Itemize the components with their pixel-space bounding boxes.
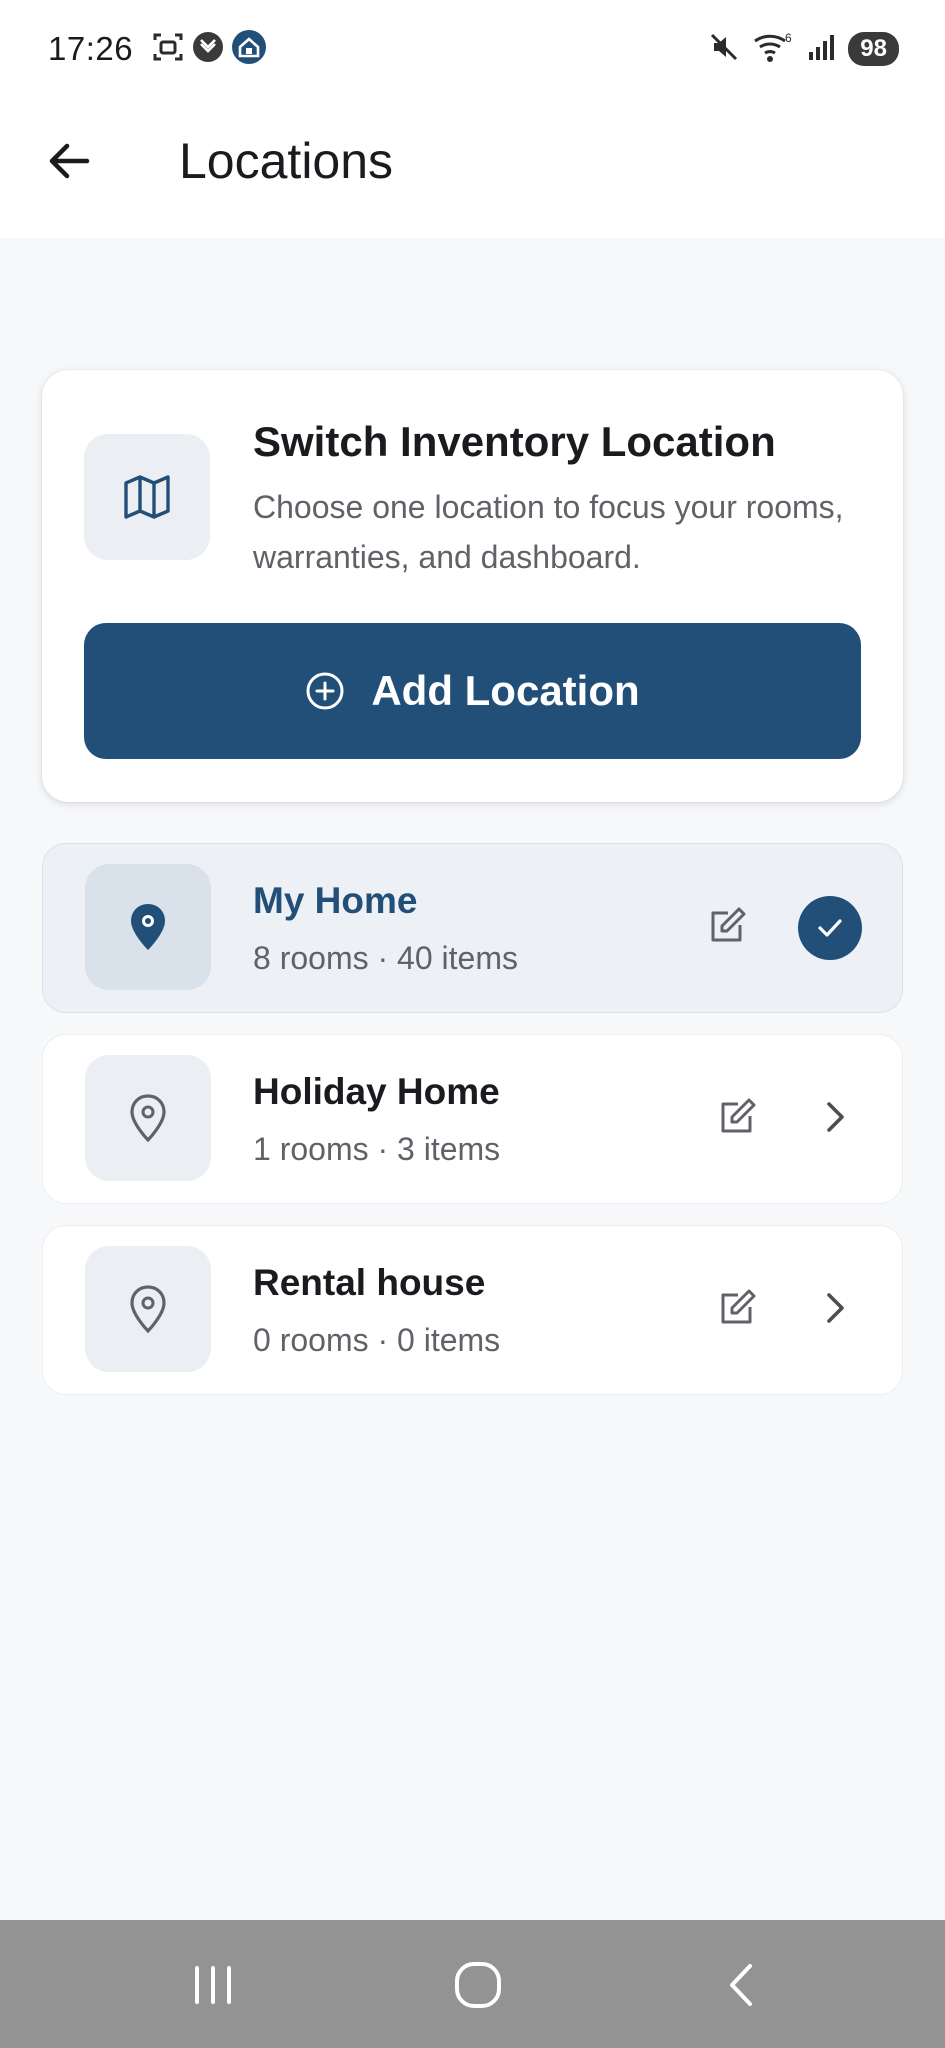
open-location-button[interactable] — [805, 1278, 865, 1338]
location-tile — [85, 1055, 211, 1181]
chevron-right-icon — [827, 1102, 844, 1132]
location-pin-icon — [130, 1094, 166, 1143]
switch-description: Choose one location to focus your rooms,… — [253, 489, 844, 575]
location-tile — [85, 864, 211, 990]
mute-icon — [708, 31, 740, 68]
map-icon — [124, 475, 170, 519]
status-icons-left — [151, 29, 267, 70]
back-icon — [730, 1964, 752, 2006]
home-button[interactable] — [443, 1950, 513, 2020]
location-name: Rental house — [253, 1262, 486, 1303]
plus-circle-icon — [306, 672, 344, 710]
location-pin-icon — [130, 1285, 166, 1334]
signal-icon — [806, 32, 836, 67]
status-right: 6 98 — [708, 30, 899, 69]
home-app-icon — [231, 29, 267, 70]
shield-check-icon — [191, 30, 225, 69]
edit-icon — [721, 1098, 756, 1133]
open-location-button[interactable] — [805, 1087, 865, 1147]
page-title: Locations — [179, 133, 394, 189]
location-tile — [85, 1246, 211, 1372]
switch-location-card: Switch Inventory Location Choose one loc… — [42, 370, 903, 802]
home-icon — [455, 1962, 501, 2008]
edit-location-button[interactable] — [707, 1278, 767, 1338]
system-nav-bar — [0, 1920, 945, 2048]
location-meta: 1 rooms · 3 items — [253, 1131, 501, 1167]
chevron-right-icon — [827, 1293, 844, 1323]
screenshot-icon — [151, 30, 185, 69]
location-card-holiday-home[interactable]: Holiday Home 1 rooms · 3 items — [42, 1034, 903, 1204]
back-button[interactable] — [36, 128, 102, 194]
location-meta: 8 rooms · 40 items — [253, 940, 518, 976]
wifi-icon: 6 — [752, 30, 794, 69]
location-card-my-home[interactable]: My Home 8 rooms · 40 items — [42, 843, 903, 1013]
location-name: My Home — [253, 880, 418, 921]
add-location-label: Add Location — [371, 667, 640, 714]
system-back-button[interactable] — [708, 1950, 778, 2020]
location-name: Holiday Home — [253, 1071, 500, 1112]
edit-location-button[interactable] — [707, 1087, 767, 1147]
recent-apps-button[interactable] — [178, 1950, 248, 2020]
status-time: 17:26 — [48, 30, 134, 67]
switch-title: Switch Inventory Location — [253, 418, 776, 465]
location-card-rental-house[interactable]: Rental house 0 rooms · 0 items — [42, 1225, 903, 1395]
check-icon — [818, 919, 842, 937]
edit-location-button[interactable] — [697, 896, 757, 956]
arrow-left-icon — [49, 143, 90, 179]
status-left: 17:26 — [48, 29, 267, 70]
selected-check-badge — [798, 896, 862, 960]
battery-indicator: 98 — [848, 32, 899, 66]
location-meta: 0 rooms · 0 items — [253, 1322, 501, 1358]
app-bar: Locations — [0, 98, 945, 238]
location-pin-icon — [131, 904, 165, 950]
edit-icon — [721, 1289, 756, 1324]
recent-apps-icon — [195, 1966, 231, 2004]
svg-text:6: 6 — [785, 31, 792, 45]
status-bar: 17:26 6 98 — [0, 0, 945, 98]
edit-icon — [711, 907, 746, 942]
add-location-button[interactable]: Add Location — [84, 623, 861, 759]
map-tile — [84, 434, 210, 560]
